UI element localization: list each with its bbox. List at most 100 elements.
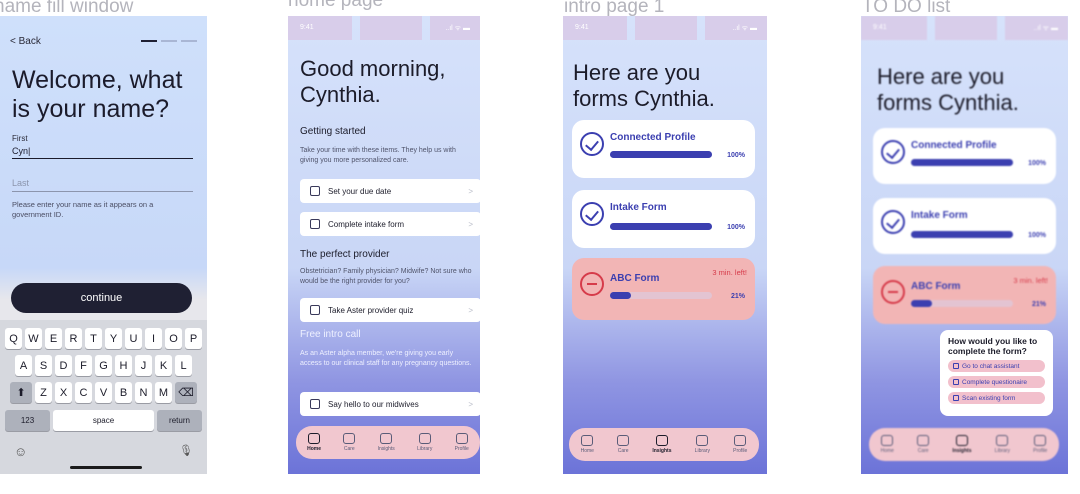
key-y[interactable]: Y — [105, 328, 122, 349]
tab-profile[interactable]: Profile — [733, 435, 747, 454]
option-label: Go to chat assistant — [962, 362, 1020, 370]
key-z[interactable]: Z — [35, 382, 52, 403]
progress-dashes — [141, 40, 197, 42]
tab-home[interactable]: Home — [307, 433, 321, 452]
form-name: Intake Form — [610, 202, 667, 213]
tab-library[interactable]: Library — [417, 433, 432, 452]
free-intro-heading: Free intro call — [300, 329, 361, 340]
backspace-key[interactable]: ⌫ — [175, 382, 197, 403]
key-v[interactable]: V — [95, 382, 112, 403]
key-h[interactable]: H — [115, 355, 132, 376]
key-r[interactable]: R — [65, 328, 82, 349]
key-a[interactable]: A — [15, 355, 32, 376]
key-s[interactable]: S — [35, 355, 52, 376]
tab-library[interactable]: Library — [695, 435, 710, 454]
key-b[interactable]: B — [115, 382, 132, 403]
status-icons: ..ıl ᯤ ▬ — [1033, 25, 1058, 32]
questionnaire-option[interactable]: Complete questionaire — [948, 376, 1045, 388]
key-n[interactable]: N — [135, 382, 152, 403]
tab-insights[interactable]: Insights — [378, 433, 395, 452]
progress-percent: 100% — [727, 224, 745, 231]
greeting-title: Good morning, Cynthia. — [300, 56, 446, 107]
key-e[interactable]: E — [45, 328, 62, 349]
key-j[interactable]: J — [135, 355, 152, 376]
home-icon — [881, 435, 894, 446]
return-key[interactable]: return — [157, 410, 202, 431]
status-icons: ..ıl ᯤ ▬ — [732, 25, 757, 32]
calendar-icon — [310, 186, 320, 196]
chevron-right-icon: > — [468, 186, 473, 196]
continue-button[interactable]: continue — [11, 283, 192, 313]
form-card-abc[interactable]: ABC Form 3 min. left! 21% — [572, 258, 755, 320]
status-time: 9:41 — [300, 24, 314, 31]
tab-care[interactable]: Care — [617, 435, 630, 454]
key-f[interactable]: F — [75, 355, 92, 376]
chevron-right-icon: > — [468, 305, 473, 315]
tab-home: Home — [881, 435, 894, 454]
set-due-date-label: Set your due date — [328, 186, 392, 196]
back-button[interactable]: < Back — [10, 36, 41, 47]
getting-started-heading: Getting started — [300, 126, 366, 137]
key-d[interactable]: D — [55, 355, 72, 376]
key-p[interactable]: P — [185, 328, 202, 349]
tab-label: Care — [617, 448, 629, 454]
key-t[interactable]: T — [85, 328, 102, 349]
home-icon — [581, 435, 594, 446]
chat-icon — [953, 363, 959, 369]
set-due-date-item[interactable]: Set your due date > — [300, 179, 480, 203]
tab-insights[interactable]: Insights — [652, 435, 671, 454]
tab-label: Library — [994, 448, 1010, 454]
form-card-intake: Intake Form 100% — [873, 198, 1056, 254]
numbers-key[interactable]: 123 — [5, 410, 50, 431]
key-m[interactable]: M — [155, 382, 172, 403]
key-x[interactable]: X — [55, 382, 72, 403]
chart-icon — [380, 433, 393, 444]
tab-care[interactable]: Care — [343, 433, 356, 452]
profile-icon — [734, 435, 747, 446]
shift-key[interactable]: ⬆ — [10, 382, 32, 403]
completion-method-popup: How would you like to complete the form?… — [940, 330, 1053, 416]
option-label: Scan existing form — [962, 394, 1016, 402]
tab-home[interactable]: Home — [581, 435, 594, 454]
scan-form-option[interactable]: Scan existing form — [948, 392, 1045, 404]
check-circle-icon — [881, 140, 905, 164]
midwives-item[interactable]: Say hello to our midwives > — [300, 392, 480, 416]
key-g[interactable]: G — [95, 355, 112, 376]
time-left-label: 3 min. left! — [1013, 276, 1048, 285]
tab-bar: Home Care Insights Library Profile — [869, 428, 1059, 461]
status-time: 9:41 — [873, 24, 887, 31]
forms-title: Here are you forms Cynthia. — [573, 60, 715, 111]
check-circle-icon — [580, 132, 604, 156]
key-o[interactable]: O — [165, 328, 182, 349]
emoji-key[interactable]: ☺ — [14, 444, 27, 459]
key-k[interactable]: K — [155, 355, 172, 376]
tab-profile[interactable]: Profile — [455, 433, 469, 452]
key-c[interactable]: C — [75, 382, 92, 403]
key-u[interactable]: U — [125, 328, 142, 349]
provider-quiz-item[interactable]: Take Aster provider quiz > — [300, 298, 480, 322]
todo-screen: 9:41 ..ıl ᯤ ▬ Here are you forms Cynthia… — [861, 16, 1068, 474]
progress-bar — [610, 151, 712, 158]
status-icons: ..ıl ᯤ ▬ — [445, 25, 470, 32]
form-card-connected-profile[interactable]: Connected Profile 100% — [572, 120, 755, 178]
key-i[interactable]: I — [145, 328, 162, 349]
last-name-input[interactable]: Last — [12, 178, 29, 188]
home-icon — [308, 433, 321, 444]
status-bar: 9:41 ..ıl ᯤ ▬ — [563, 16, 767, 40]
key-q[interactable]: Q — [5, 328, 22, 349]
space-key[interactable]: space — [53, 410, 154, 431]
profile-icon — [455, 433, 468, 444]
free-intro-text: As an Aster alpha member, we're giving y… — [300, 350, 472, 367]
intake-form-item[interactable]: Complete intake form > — [300, 212, 480, 236]
progress-bar — [911, 159, 1013, 166]
key-w[interactable]: W — [25, 328, 42, 349]
midwives-label: Say hello to our midwives — [328, 399, 419, 409]
form-card-intake[interactable]: Intake Form 100% — [572, 190, 755, 248]
chat-assistant-option[interactable]: Go to chat assistant — [948, 360, 1045, 372]
chart-icon — [955, 435, 968, 446]
progress-percent: 100% — [1028, 232, 1046, 239]
page-title: Welcome, what is your name? — [12, 66, 183, 123]
first-name-input[interactable]: Cyn| — [12, 146, 30, 156]
mic-icon[interactable]: 🎙 — [179, 444, 193, 457]
key-l[interactable]: L — [175, 355, 192, 376]
